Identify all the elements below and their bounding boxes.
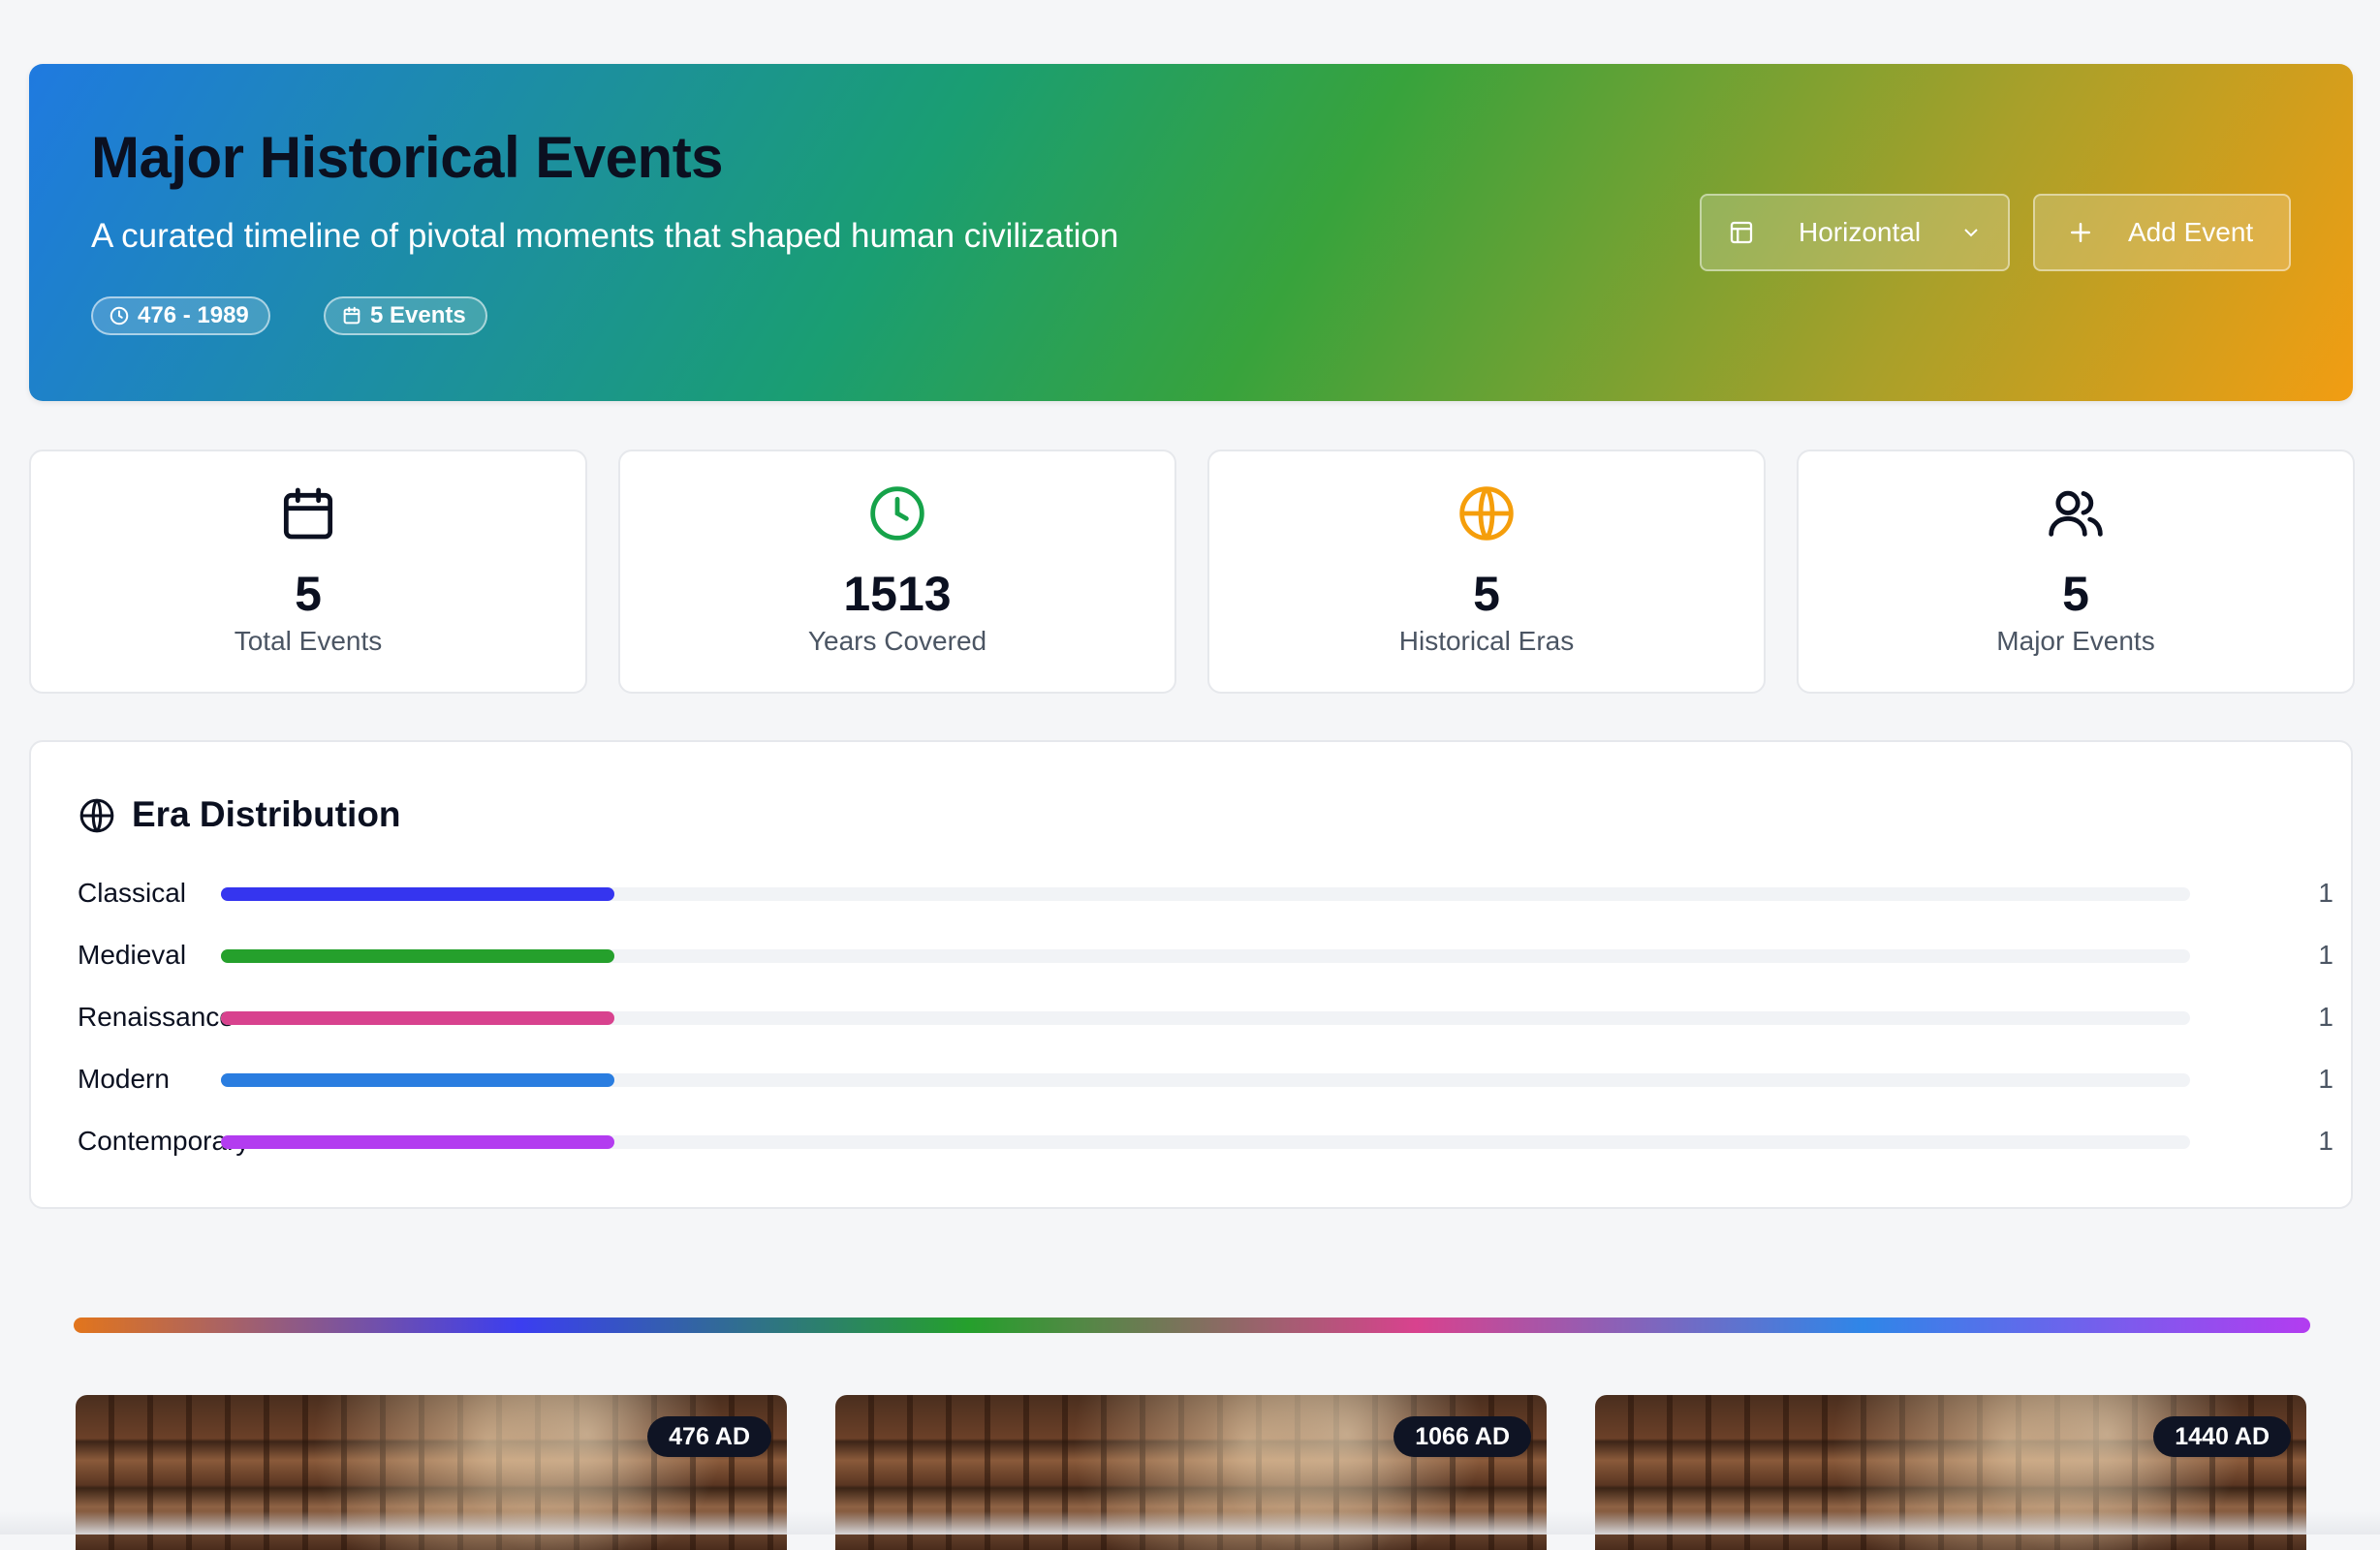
- era-count: 1: [2318, 1002, 2333, 1032]
- event-count-badge: 5 Events: [324, 296, 487, 335]
- layout-select[interactable]: Horizontal: [1700, 194, 2010, 271]
- plus-icon: [2071, 223, 2090, 242]
- era-bar-fill: [221, 949, 615, 963]
- era-row-medieval: Medieval 1: [78, 936, 2345, 975]
- stat-label: Historical Eras: [1398, 626, 1575, 656]
- scroll-fade: [0, 1511, 2380, 1534]
- era-row-contemporary: Contemporary 1: [78, 1122, 2345, 1161]
- stat-label: Total Events: [234, 626, 383, 656]
- era-bar-track: [221, 949, 2190, 963]
- stat-card-historical-eras: 5 Historical Eras: [1207, 450, 1766, 694]
- era-count: 1: [2318, 878, 2333, 908]
- era-bar-track: [221, 1011, 2190, 1025]
- era-bar-track: [221, 1135, 2190, 1149]
- clock-icon: [110, 306, 129, 326]
- stat-value: 5: [295, 567, 322, 621]
- era-bar-fill: [221, 1011, 615, 1025]
- timeline-bar: [74, 1318, 2310, 1333]
- event-date-badge: 476 AD: [647, 1416, 771, 1457]
- era-bar-fill: [221, 887, 615, 901]
- calendar-icon: [283, 487, 333, 540]
- event-count-text: 5 Events: [370, 302, 466, 328]
- add-event-label: Add Event: [2128, 217, 2254, 247]
- globe-icon: [1459, 486, 1514, 541]
- stat-label: Major Events: [1996, 626, 2155, 656]
- stat-value: 5: [2062, 567, 2089, 621]
- stat-value: 5: [1473, 567, 1500, 621]
- era-row-renaissance: Renaissance 1: [78, 998, 2345, 1037]
- clock-icon: [870, 486, 924, 541]
- era-label: Modern: [78, 1064, 170, 1094]
- stat-label: Years Covered: [807, 626, 987, 656]
- era-count: 1: [2318, 1064, 2333, 1094]
- globe-icon: [79, 798, 114, 833]
- stat-value: 1513: [843, 567, 952, 621]
- stat-card-years-covered: 1513 Years Covered: [618, 450, 1176, 694]
- era-label: Medieval: [78, 940, 187, 970]
- era-bar-fill: [221, 1135, 615, 1149]
- era-label: Renaissance: [78, 1002, 235, 1032]
- calendar-icon: [343, 306, 360, 325]
- era-bar-fill: [221, 1073, 615, 1087]
- page-title: Major Historical Events: [91, 125, 724, 190]
- era-row-modern: Modern 1: [78, 1060, 2345, 1099]
- page-subtitle: A curated timeline of pivotal moments th…: [91, 217, 1119, 255]
- era-count: 1: [2318, 940, 2333, 970]
- layout-select-value: Horizontal: [1799, 217, 1922, 247]
- chevron-down-icon: [1964, 229, 1978, 237]
- users-icon: [2049, 490, 2103, 537]
- year-range-text: 476 - 1989: [138, 302, 249, 328]
- era-count: 1: [2318, 1126, 2333, 1156]
- era-bar-track: [221, 1073, 2190, 1087]
- event-date-badge: 1066 AD: [1394, 1416, 1531, 1457]
- era-distribution-card: Era Distribution Classical 1 Medieval 1 …: [29, 740, 2353, 1209]
- era-distribution-title: Era Distribution: [132, 794, 401, 834]
- era-row-classical: Classical 1: [78, 874, 2345, 913]
- year-range-badge: 476 - 1989: [91, 296, 270, 335]
- stat-card-major-events: 5 Major Events: [1797, 450, 2355, 694]
- era-label: Classical: [78, 878, 187, 908]
- add-event-button[interactable]: Add Event: [2033, 194, 2291, 271]
- event-date-badge: 1440 AD: [2153, 1416, 2291, 1457]
- hero-banner: Major Historical Events A curated timeli…: [29, 64, 2353, 401]
- era-bar-track: [221, 887, 2190, 901]
- layout-icon: [1730, 221, 1753, 244]
- stat-card-total-events: 5 Total Events: [29, 450, 587, 694]
